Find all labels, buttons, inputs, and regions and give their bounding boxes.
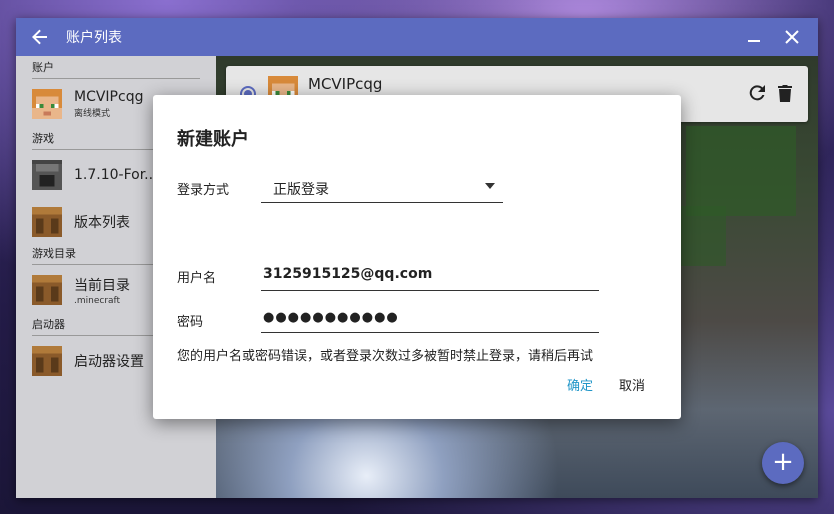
launcher-settings-label: 启动器设置 [74,354,144,370]
section-label-accounts: 账户 [32,61,54,74]
account-name: MCVIPcqg [74,89,144,105]
title-bar: 账户列表 [16,18,818,56]
minimize-button[interactable] [734,18,774,56]
minimize-icon [748,40,760,42]
password-input[interactable]: ●●●●●●●●●●● [261,301,599,333]
add-account-button[interactable]: + [762,442,804,484]
window-title: 账户列表 [66,30,122,46]
crafting-table-icon [32,346,62,376]
username-input[interactable]: 3125915125@qq.com [261,259,599,291]
background-foliage [686,126,796,216]
crafting-table-icon [32,207,62,237]
steve-avatar-icon [32,89,62,119]
login-method-select[interactable]: 正版登录 [261,171,503,203]
error-message: 您的用户名或密码错误，或者登录次数过多被暂时禁止登录，请稍后再试 [177,349,594,364]
dropdown-arrow-icon [485,183,495,189]
furnace-block-icon [32,160,62,190]
login-method-value: 正版登录 [273,182,329,198]
username-value: 3125915125@qq.com [263,266,433,282]
login-method-label: 登录方式 [177,183,230,198]
dialog-title: 新建账户 [177,129,249,150]
back-arrow-icon[interactable] [16,18,64,56]
crafting-table-icon [32,275,62,305]
close-icon [785,30,799,44]
version-name: 1.7.10-For... [74,167,158,183]
close-button[interactable] [772,18,812,56]
new-account-dialog: 新建账户 登录方式 正版登录 用户名 3125915125@qq.com 密码 … [153,95,681,419]
current-dir-label: 当前目录 [74,277,130,294]
version-list-label: 版本列表 [74,215,130,231]
password-value: ●●●●●●●●●●● [263,310,399,325]
current-dir-path: .minecraft [74,295,121,306]
refresh-icon[interactable] [748,83,766,107]
trash-icon[interactable] [778,84,792,102]
ok-button[interactable]: 确定 [565,375,595,394]
account-mode: 离线模式 [74,109,111,119]
account-card-name: MCVIPcqg [308,75,383,93]
password-label: 密码 [177,315,204,330]
cancel-button[interactable]: 取消 [617,375,647,394]
username-label: 用户名 [177,271,217,286]
